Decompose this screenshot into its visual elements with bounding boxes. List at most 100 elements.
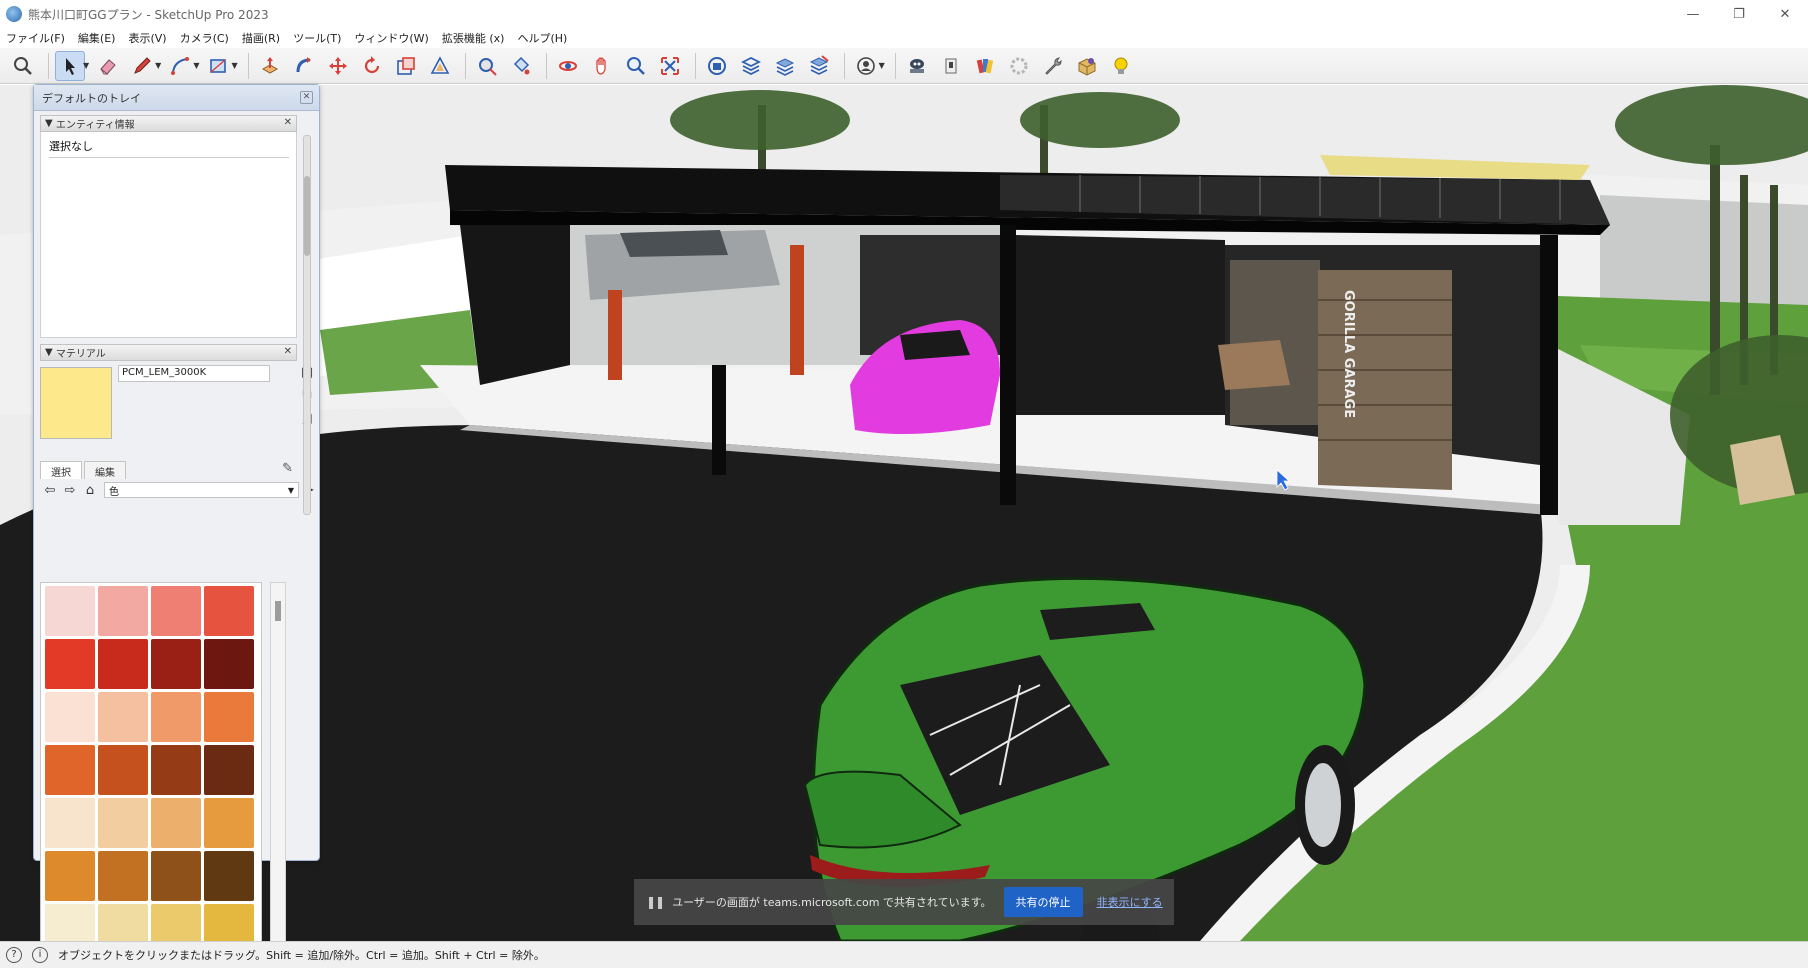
back-arrow-icon[interactable]: ⇦ [40,483,60,498]
plugin-doc-icon[interactable] [936,51,966,81]
maximize-button[interactable]: ❐ [1716,0,1762,28]
materials-close-icon[interactable]: ✕ [284,346,292,357]
lightbulb-icon[interactable] [1106,51,1136,81]
material-swatch[interactable] [40,367,112,439]
color-swatch[interactable] [45,798,95,848]
close-button[interactable]: ✕ [1762,0,1808,28]
info-icon[interactable]: i [32,947,48,963]
follow-me-icon[interactable] [289,51,319,81]
scale-tool-icon[interactable] [391,51,421,81]
zoom-icon[interactable] [621,51,651,81]
paint-bucket-icon[interactable] [506,51,536,81]
layers-icon[interactable] [770,51,800,81]
color-swatch[interactable] [45,692,95,742]
menu-extensions[interactable]: 拡張機能 (x) [442,30,505,46]
color-swatch[interactable] [204,586,254,636]
menu-edit[interactable]: 編集(E) [78,30,116,46]
screen-share-banner: ❚❚ ユーザーの画面が teams.microsoft.com で共有されていま… [634,879,1174,925]
color-swatch[interactable] [45,904,95,941]
color-swatch[interactable] [151,745,201,795]
wrench-icon[interactable] [1038,51,1068,81]
move-tool-icon[interactable] [323,51,353,81]
orbit-icon[interactable] [553,51,583,81]
tape-measure-icon[interactable] [472,51,502,81]
rectangle-tool-icon[interactable] [203,51,233,81]
color-swatch[interactable] [98,639,148,689]
menu-draw[interactable]: 描画(R) [242,30,280,46]
extension-warehouse-icon[interactable] [736,51,766,81]
tray-scrollbar[interactable] [303,135,311,515]
color-swatch[interactable] [45,639,95,689]
color-swatch[interactable] [45,586,95,636]
color-swatch[interactable] [151,904,201,941]
color-swatch[interactable] [151,586,201,636]
stop-sharing-button[interactable]: 共有の停止 [1003,887,1083,917]
color-swatch[interactable] [204,798,254,848]
offset-tool-icon[interactable] [425,51,455,81]
menu-view[interactable]: 表示(V) [128,30,166,46]
eyedropper-icon[interactable]: ✎ [282,461,293,479]
color-swatch[interactable] [204,692,254,742]
extension-manager-icon[interactable] [804,51,834,81]
arc-tool-icon[interactable] [165,51,195,81]
color-swatch[interactable] [45,745,95,795]
push-pull-icon[interactable] [255,51,285,81]
entity-info-title: エンティティ情報 [55,120,135,131]
menu-window[interactable]: ウィンドウ(W) [354,30,428,46]
color-swatch[interactable] [204,639,254,689]
color-swatch[interactable] [98,851,148,901]
home-icon[interactable]: ⌂ [80,483,100,498]
color-swatch[interactable] [98,586,148,636]
tray-title: デフォルトのトレイ [42,91,141,105]
color-swatch[interactable] [204,904,254,941]
rotate-tool-icon[interactable] [357,51,387,81]
palette-scrollbar[interactable] [270,582,286,942]
color-swatch[interactable] [98,745,148,795]
window-title: 熊本川口町GGプラン - SketchUp Pro 2023 [28,7,269,22]
tab-edit[interactable]: 編集 [84,461,126,479]
select-tool-icon[interactable] [55,50,85,81]
materials-panel-icon[interactable] [970,51,1000,81]
title-bar: 熊本川口町GGプラン - SketchUp Pro 2023 — ❐ ✕ [0,0,1808,28]
account-icon[interactable] [851,51,881,81]
color-swatch[interactable] [45,851,95,901]
share-message: ユーザーの画面が teams.microsoft.com で共有されています。 [672,896,992,909]
pencil-icon[interactable] [127,51,157,81]
shadows-gear-icon[interactable] [1004,51,1034,81]
menu-tools[interactable]: ツール(T) [293,30,341,46]
color-swatch[interactable] [98,904,148,941]
entity-info-close-icon[interactable]: ✕ [284,117,292,128]
color-swatch[interactable] [204,851,254,901]
entity-info-section-header[interactable]: ▼ エンティティ情報 ✕ [40,115,297,132]
materials-nav-row: ⇦ ⇨ ⌂ 色 ▼ ➤ [40,479,314,501]
color-swatch[interactable] [151,851,201,901]
forward-arrow-icon[interactable]: ⇨ [60,483,80,498]
plugin-robot-icon[interactable] [902,51,932,81]
component-box-icon[interactable] [1072,51,1102,81]
color-swatch[interactable] [98,692,148,742]
color-swatch[interactable] [151,692,201,742]
menu-file[interactable]: ファイル(F) [6,30,65,46]
tab-select[interactable]: 選択 [40,461,82,479]
menu-help[interactable]: ヘルプ(H) [517,30,567,46]
materials-title: マテリアル [55,349,106,360]
eraser-icon[interactable] [93,51,123,81]
material-name-field[interactable]: PCM_LEM_3000K [118,365,270,382]
zoom-extents-icon[interactable] [655,51,685,81]
geo-location-icon[interactable]: ? [6,947,22,963]
pan-hand-icon[interactable] [587,51,617,81]
chevron-down-icon: ▼ [287,485,294,495]
minimize-button[interactable]: — [1670,0,1716,28]
color-swatch[interactable] [151,798,201,848]
color-swatch[interactable] [204,745,254,795]
tray-close-icon[interactable]: ✕ [300,91,313,104]
warehouse-icon[interactable] [702,51,732,81]
materials-section-header[interactable]: ▼ マテリアル ✕ [40,344,297,361]
color-swatch[interactable] [98,798,148,848]
default-tray-panel[interactable]: デフォルトのトレイ ✕ ▼ エンティティ情報 ✕ 選択なし ▼ マテリアル ✕ … [33,84,320,942]
zoom-search-icon[interactable] [8,51,38,81]
color-swatch[interactable] [151,639,201,689]
library-select[interactable]: 色 ▼ [104,482,299,498]
hide-banner-link[interactable]: 非表示にする [1097,894,1163,910]
menu-camera[interactable]: カメラ(C) [180,30,229,46]
